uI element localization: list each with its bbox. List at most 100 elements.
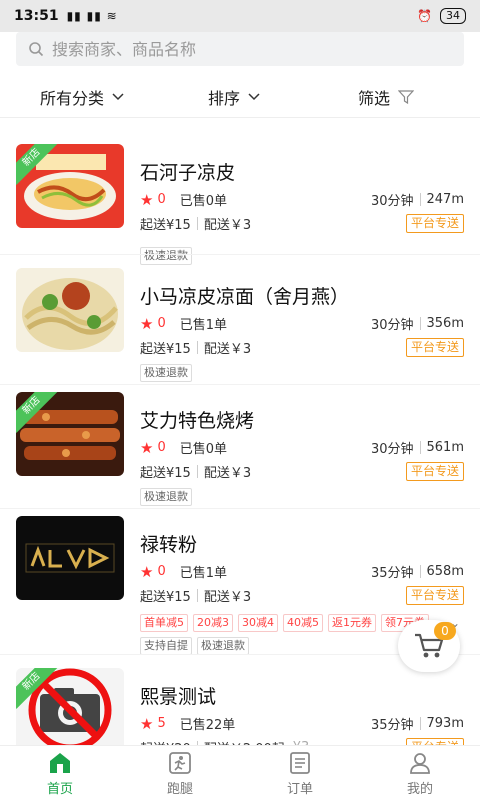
- platform-delivery-badge: 平台专送: [405, 214, 464, 233]
- shop-sold: 已售1单: [179, 566, 228, 581]
- promo-tag: 首单减5: [140, 614, 188, 632]
- chevron-down-icon: [112, 92, 124, 100]
- shop-rating: 5: [157, 716, 166, 731]
- bottom-tab-bar: 首页 跑腿 订单 我的: [0, 745, 480, 800]
- shop-distance: 356m: [426, 316, 464, 331]
- shop-rating-row: ★ 5 已售22单: [140, 714, 236, 734]
- shop-distance: 793m: [426, 716, 464, 731]
- promo-tag: 返1元券: [328, 614, 376, 632]
- tab-label: 订单: [286, 781, 313, 797]
- star-icon: ★: [140, 190, 154, 209]
- tab-label: 首页: [46, 781, 73, 797]
- shop-rating: 0: [157, 316, 166, 331]
- new-shop-tag: 新店: [16, 668, 58, 710]
- tab-label: 跑腿: [166, 781, 193, 797]
- divider: [0, 254, 480, 255]
- shop-min-order: 起送¥15: [140, 466, 191, 481]
- shop-name: 艾力特色烧烤: [140, 410, 255, 432]
- filter-bar: 所有分类 排序 筛选: [0, 76, 480, 118]
- shop-fee-row: 起送¥15 配送￥3: [140, 462, 251, 481]
- shop-distance: 247m: [426, 192, 464, 207]
- shop-rating-row: ★ 0 已售1单: [140, 562, 228, 582]
- shop-image: 新店: [16, 668, 124, 752]
- shop-tag: 极速退款: [140, 488, 192, 506]
- shop-name: 石河子凉皮: [140, 162, 236, 184]
- shop-tag: 极速退款: [197, 637, 249, 655]
- search-icon: [29, 42, 44, 57]
- shop-sold: 已售1单: [179, 318, 228, 333]
- search-box[interactable]: [16, 32, 464, 66]
- shop-rating: 0: [157, 564, 166, 579]
- shop-min-order: 起送¥15: [140, 218, 191, 233]
- shop-tag: 极速退款: [140, 364, 192, 382]
- shop-image: [16, 268, 124, 352]
- shop-tags: 极速退款: [140, 488, 440, 506]
- search-input[interactable]: [52, 39, 432, 59]
- shop-time: 35分钟: [370, 718, 414, 733]
- user-icon: [410, 752, 430, 774]
- shop-tag: 极速退款: [140, 247, 192, 265]
- chevron-down-icon: [248, 92, 260, 100]
- screen-filter-label: 筛选: [358, 88, 391, 108]
- shop-eta-distance: 35分钟 793m: [371, 714, 464, 733]
- shop-delivery-fee: 配送￥3: [203, 218, 252, 233]
- platform-delivery-badge: 平台专送: [405, 586, 464, 605]
- shop-rating: 0: [157, 440, 166, 455]
- category-filter[interactable]: 所有分类: [40, 85, 124, 109]
- shop-time: 30分钟: [370, 442, 414, 457]
- runner-icon: [169, 751, 191, 774]
- shop-min-order: 起送¥15: [140, 590, 191, 605]
- shop-time: 30分钟: [370, 194, 414, 209]
- divider: [0, 508, 480, 509]
- promo-tag: 40减5: [283, 614, 323, 632]
- shop-image: 新店: [16, 392, 124, 476]
- shop-tags: 极速退款: [140, 247, 440, 265]
- tab-mine[interactable]: 我的: [360, 746, 480, 800]
- star-icon: ★: [140, 714, 154, 733]
- screen-filter[interactable]: 筛选: [358, 85, 415, 109]
- shop-fee-row: 起送¥15 配送￥3: [140, 214, 251, 233]
- tab-home[interactable]: 首页: [0, 746, 120, 800]
- shop-delivery-fee: 配送￥3: [203, 342, 252, 357]
- shop-delivery-fee: 配送￥3: [203, 466, 252, 481]
- shop-name: 禄转粉: [140, 534, 198, 556]
- promo-tag: 20减3: [193, 614, 233, 632]
- shop-name: 小马凉皮凉面（舍月燕）: [140, 286, 350, 308]
- platform-delivery-badge: 平台专送: [405, 338, 464, 357]
- status-right: ⏰ 34: [417, 8, 466, 24]
- star-icon: ★: [140, 314, 154, 333]
- shop-tags: 极速退款: [140, 364, 440, 382]
- divider: [0, 384, 480, 385]
- shop-delivery-fee: 配送￥3: [203, 590, 252, 605]
- category-filter-label: 所有分类: [40, 88, 105, 108]
- shop-fee-row: 起送¥15 配送￥3: [140, 338, 251, 357]
- shop-eta-distance: 35分钟 658m: [371, 562, 464, 581]
- sort-filter[interactable]: 排序: [208, 85, 260, 109]
- shop-time: 35分钟: [370, 566, 414, 581]
- tab-orders[interactable]: 订单: [240, 746, 360, 800]
- shop-min-order: 起送¥15: [140, 342, 191, 357]
- shop-image: 新店: [16, 144, 124, 228]
- shop-rating-row: ★ 0 已售1单: [140, 314, 228, 334]
- funnel-icon: [398, 89, 415, 104]
- shop-eta-distance: 30分钟 247m: [371, 190, 464, 209]
- alarm-icon: ⏰: [417, 9, 432, 23]
- shop-sold: 已售0单: [179, 442, 228, 457]
- search-bar: [0, 32, 480, 82]
- battery-indicator: 34: [440, 8, 466, 24]
- shop-fee-row: 起送¥15 配送￥3: [140, 586, 251, 605]
- shop-rating: 0: [157, 192, 166, 207]
- star-icon: ★: [140, 562, 154, 581]
- home-icon: [50, 752, 70, 773]
- new-shop-tag: 新店: [16, 392, 58, 434]
- shop-name: 熙景测试: [140, 686, 217, 708]
- shop-distance: 561m: [426, 440, 464, 455]
- platform-delivery-badge: 平台专送: [405, 462, 464, 481]
- signal-icon: ▮▮ ▮▮ ≋: [66, 9, 118, 23]
- shop-rating-row: ★ 0 已售0单: [140, 438, 228, 458]
- shop-distance: 658m: [426, 564, 464, 579]
- shop-sold: 已售0单: [179, 194, 228, 209]
- shop-eta-distance: 30分钟 356m: [371, 314, 464, 333]
- shop-sold: 已售22单: [179, 718, 236, 733]
- tab-errand[interactable]: 跑腿: [120, 746, 240, 800]
